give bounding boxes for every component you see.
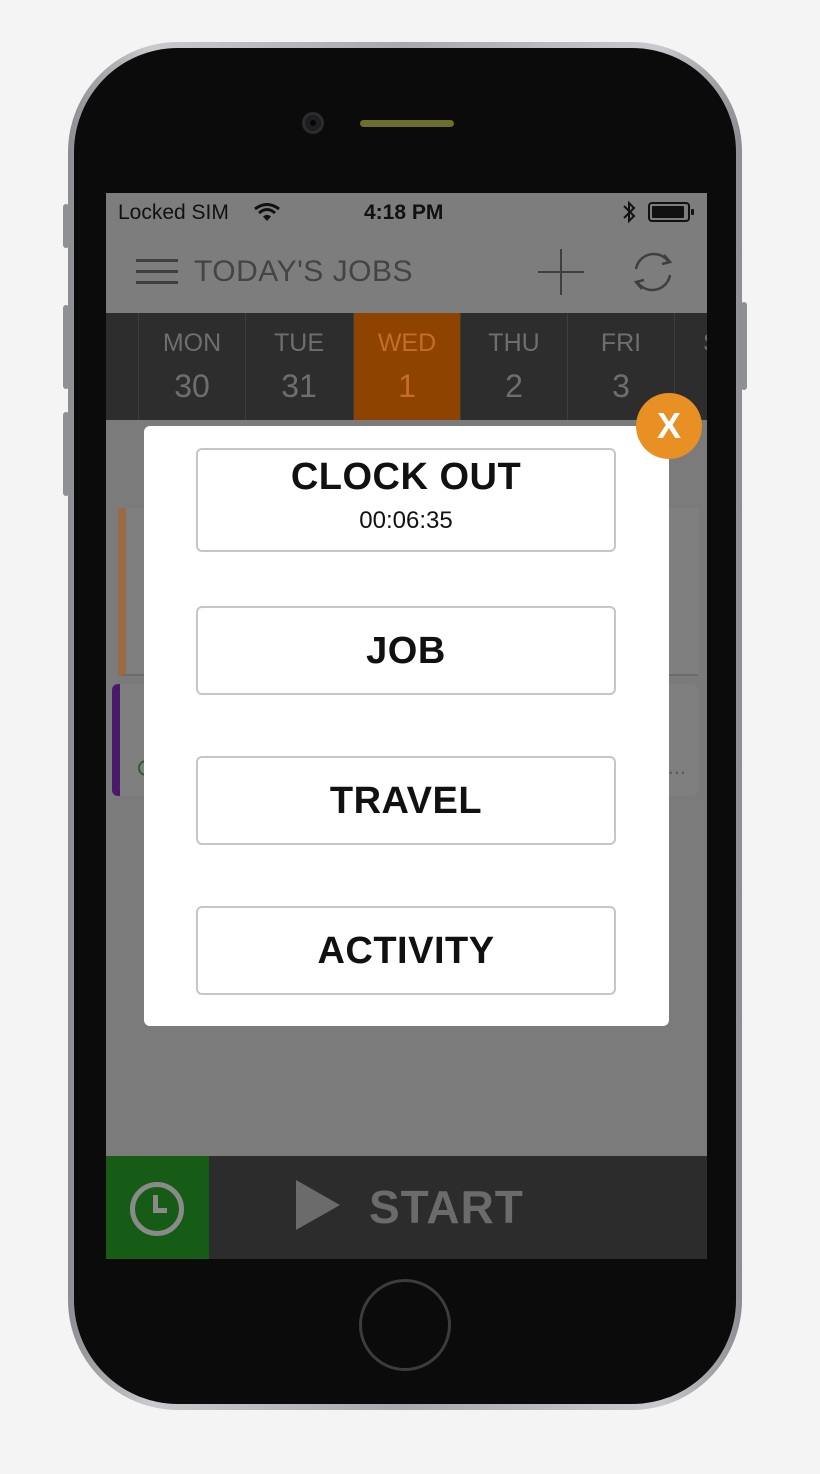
day-name: N <box>106 329 138 358</box>
bluetooth-icon <box>623 200 636 224</box>
day-name: S <box>675 329 707 358</box>
status-bar: Locked SIM 4:18 PM <box>106 193 707 231</box>
volume-up-button <box>63 305 69 389</box>
clock-options-dialog: CLOCK OUT 00:06:35 JOB TRAVEL ACTIVITY <box>144 426 669 1026</box>
nav-bar: TODAY'S JOBS <box>106 231 707 313</box>
hamburger-menu-icon[interactable] <box>136 259 178 285</box>
job-button[interactable]: JOB <box>196 606 616 695</box>
refresh-icon[interactable] <box>628 247 678 297</box>
day-selector: N MON 30 TUE 31 WED 1 THU 2 FRI 3 S <box>106 313 707 420</box>
more-options-icon[interactable]: ... <box>668 754 686 780</box>
day-tab-prev[interactable]: N <box>106 313 138 420</box>
home-button[interactable] <box>359 1279 451 1371</box>
travel-label: TRAVEL <box>329 780 483 822</box>
day-date: 31 <box>281 368 317 404</box>
clock-tab[interactable] <box>106 1156 209 1259</box>
clock-out-timer: 00:06:35 <box>359 507 453 534</box>
day-name: FRI <box>600 329 642 357</box>
day-tab-mon[interactable]: MON 30 <box>138 313 245 420</box>
clock-out-button[interactable]: CLOCK OUT 00:06:35 <box>196 448 616 552</box>
clock-icon <box>130 1182 184 1236</box>
activity-button[interactable]: ACTIVITY <box>196 906 616 995</box>
job-label: JOB <box>366 630 446 672</box>
day-date: 30 <box>174 368 210 404</box>
earpiece-speaker <box>360 120 454 127</box>
add-icon[interactable] <box>538 249 584 295</box>
wifi-icon <box>254 203 280 221</box>
travel-button[interactable]: TRAVEL <box>196 756 616 845</box>
day-name: MON <box>162 329 222 357</box>
page-title: TODAY'S JOBS <box>194 255 414 288</box>
day-date: 2 <box>505 368 523 404</box>
carrier-label: Locked SIM <box>118 201 229 224</box>
volume-down-button <box>63 412 69 496</box>
day-name: THU <box>488 329 540 357</box>
activity-label: ACTIVITY <box>317 930 495 972</box>
close-button[interactable]: X <box>636 393 702 459</box>
day-name: WED <box>377 329 437 357</box>
battery-icon <box>648 202 694 222</box>
start-button[interactable]: START <box>369 1180 524 1234</box>
power-button <box>741 302 747 390</box>
play-icon[interactable] <box>296 1180 340 1230</box>
bottom-bar: START <box>106 1156 707 1259</box>
day-tab-tue[interactable]: TUE 31 <box>245 313 352 420</box>
clock-out-label: CLOCK OUT <box>290 456 522 498</box>
day-date: 1 <box>398 368 416 404</box>
day-tab-wed[interactable]: WED 1 <box>353 313 460 420</box>
silent-switch <box>63 204 69 248</box>
clock-time: 4:18 PM <box>364 201 444 224</box>
day-tab-thu[interactable]: THU 2 <box>460 313 567 420</box>
day-name: TUE <box>274 329 324 357</box>
front-camera <box>302 112 324 134</box>
